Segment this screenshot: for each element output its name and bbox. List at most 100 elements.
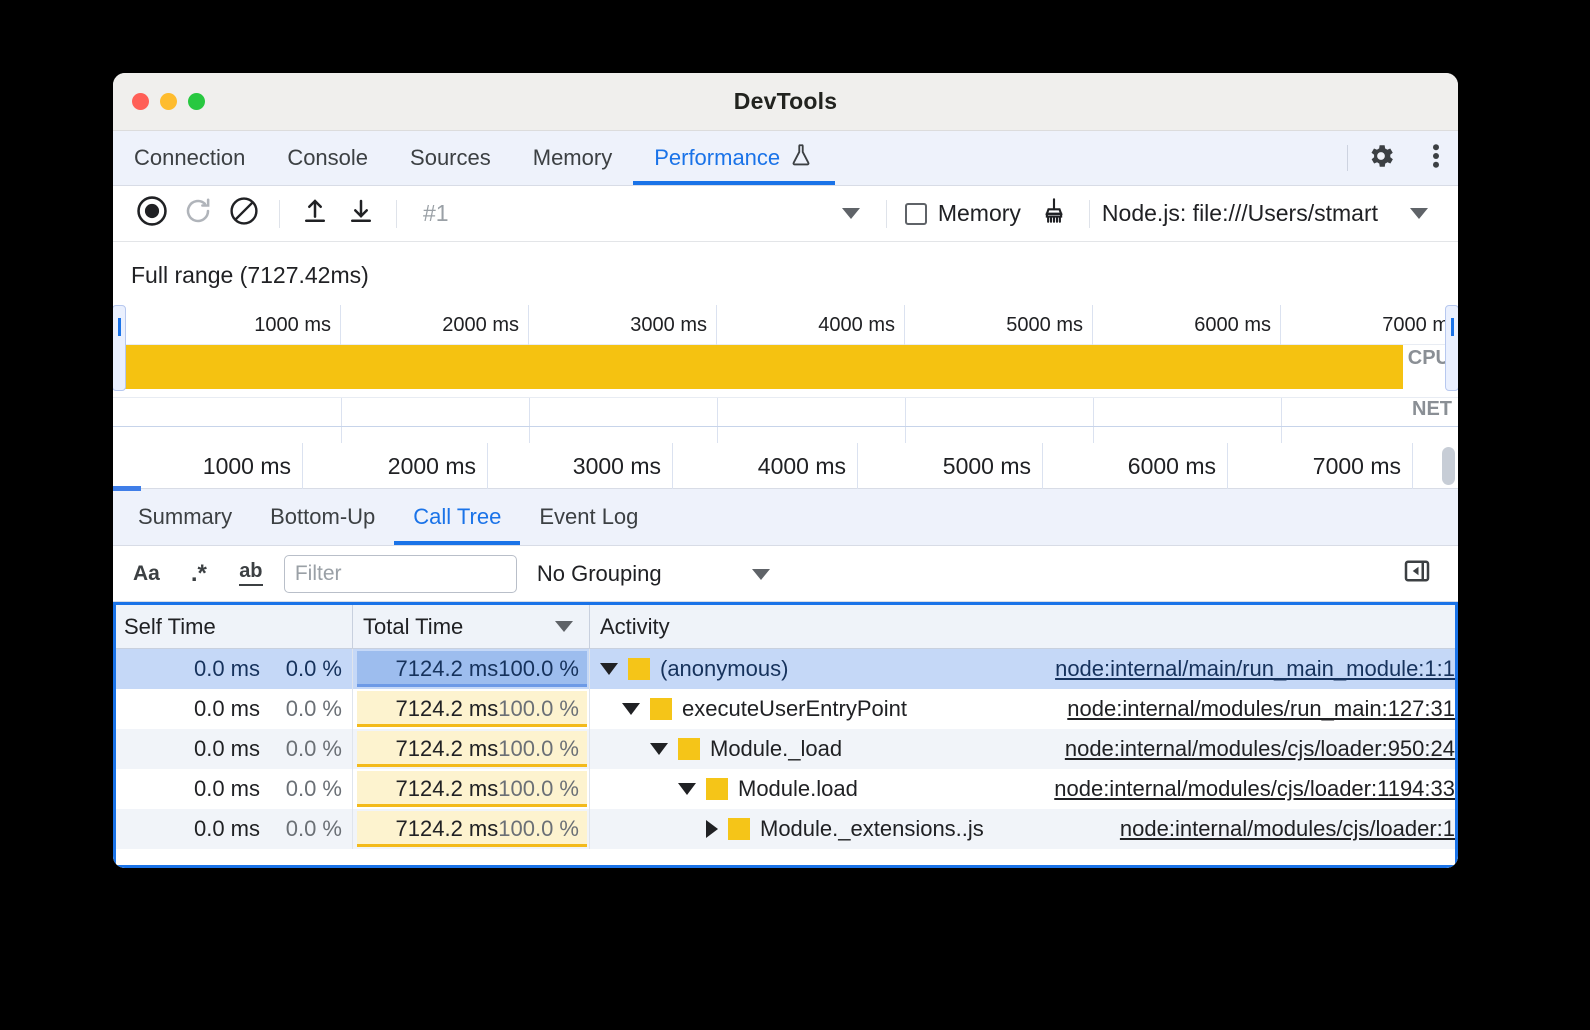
- tab-memory[interactable]: Memory: [512, 131, 633, 185]
- table-row[interactable]: 0.0 ms 0.0 % 7124.2 ms 100.0 % Module._e…: [116, 809, 1455, 849]
- range-handle-right[interactable]: [1445, 305, 1458, 391]
- tick-label: 3000 ms: [573, 453, 672, 479]
- whole-word-button[interactable]: ab: [232, 555, 270, 593]
- cell-activity: (anonymous) node:internal/main/run_main_…: [590, 649, 1455, 689]
- total-time-pct: 100.0 %: [498, 696, 579, 722]
- tick-label: 7000 ms: [1313, 453, 1412, 479]
- self-time-ms: 0.0 ms: [194, 736, 260, 762]
- settings-button[interactable]: [1348, 131, 1414, 185]
- range-handle-left[interactable]: [113, 305, 126, 391]
- gear-icon: [1366, 141, 1396, 176]
- tick-label: 1000 ms: [254, 314, 340, 336]
- activity-source-link[interactable]: node:internal/modules/cjs/loader:1: [1120, 816, 1455, 842]
- table-row[interactable]: 0.0 ms 0.0 % 7124.2 ms 100.0 % executeUs…: [116, 689, 1455, 729]
- tab-summary[interactable]: Summary: [119, 489, 251, 545]
- column-header-total-time[interactable]: Total Time: [353, 605, 590, 648]
- tab-sources[interactable]: Sources: [389, 131, 512, 185]
- use-regex-button[interactable]: .*: [180, 555, 218, 593]
- self-time-pct: 0.0 %: [276, 656, 342, 682]
- chevron-down-icon: [752, 569, 770, 580]
- column-header-self-time[interactable]: Self Time: [116, 605, 353, 648]
- collect-garbage-button[interactable]: [1031, 191, 1077, 237]
- cpu-usage-bar: [116, 345, 1403, 389]
- call-tree-table: Self Time Total Time Activity 0.0 ms 0.0…: [113, 602, 1458, 868]
- reload-and-record-button[interactable]: [175, 191, 221, 237]
- activity-source-link[interactable]: node:internal/modules/cjs/loader:950:24: [1065, 736, 1455, 762]
- main-tabbar: Connection Console Sources Memory Perfor…: [113, 131, 1458, 186]
- column-header-total-time-label: Total Time: [363, 614, 463, 640]
- activity-color-swatch: [728, 818, 750, 840]
- clear-button[interactable]: [221, 191, 267, 237]
- tab-connection[interactable]: Connection: [113, 131, 266, 185]
- activity-color-swatch: [650, 698, 672, 720]
- cell-total-time: 7124.2 ms 100.0 %: [353, 809, 590, 849]
- session-id-label: #1: [423, 200, 449, 227]
- expand-toggle-icon[interactable]: [600, 663, 618, 675]
- self-time-ms: 0.0 ms: [194, 696, 260, 722]
- upload-arrow-icon: [300, 196, 330, 231]
- record-toolbar: #1 Memory Node.js: file:///Users/stmart: [113, 186, 1458, 242]
- chevron-down-icon: [842, 208, 860, 219]
- target-select-button[interactable]: [1396, 191, 1442, 237]
- more-options-button[interactable]: [1414, 131, 1458, 185]
- memory-checkbox-group[interactable]: Memory: [905, 200, 1021, 227]
- cell-self-time: 0.0 ms 0.0 %: [116, 729, 353, 769]
- session-select-button[interactable]: [828, 191, 874, 237]
- tab-performance[interactable]: Performance: [633, 131, 835, 185]
- toggle-sidebar-button[interactable]: [1396, 555, 1438, 593]
- tab-bottom-up-label: Bottom-Up: [270, 504, 375, 530]
- kebab-menu-icon: [1432, 141, 1440, 176]
- toolbar-divider-3: [886, 200, 887, 228]
- chevron-down-icon: [1410, 208, 1428, 219]
- cell-self-time: 0.0 ms 0.0 %: [116, 809, 353, 849]
- tick-label: 6000 ms: [1128, 453, 1227, 479]
- cell-activity: Module._extensions..js node:internal/mod…: [590, 809, 1455, 849]
- cell-activity: executeUserEntryPoint node:internal/modu…: [590, 689, 1455, 729]
- memory-checkbox[interactable]: [905, 203, 927, 225]
- table-row[interactable]: 0.0 ms 0.0 % 7124.2 ms 100.0 % Module.lo…: [116, 769, 1455, 809]
- column-header-activity-label: Activity: [600, 614, 670, 640]
- table-row[interactable]: 0.0 ms 0.0 % 7124.2 ms 100.0 % (anonymou…: [116, 649, 1455, 689]
- cell-total-time: 7124.2 ms 100.0 %: [353, 649, 590, 689]
- grouping-select[interactable]: No Grouping: [537, 561, 770, 587]
- tab-console-label: Console: [287, 145, 368, 171]
- expand-toggle-icon[interactable]: [622, 703, 640, 715]
- toolbar-divider-2: [396, 200, 397, 228]
- overview-box[interactable]: 1000 ms 2000 ms 3000 ms 4000 ms 5000 ms …: [113, 305, 1458, 443]
- total-time-pct: 100.0 %: [498, 736, 579, 762]
- match-case-button[interactable]: Aa: [127, 555, 166, 593]
- cpu-track: CPU: [113, 345, 1458, 397]
- tab-bottom-up[interactable]: Bottom-Up: [251, 489, 394, 545]
- expand-toggle-icon[interactable]: [650, 743, 668, 755]
- tick-label: 3000 ms: [630, 314, 716, 336]
- save-profile-button[interactable]: [338, 191, 384, 237]
- vertical-scrollbar-thumb[interactable]: [1442, 447, 1455, 485]
- column-header-activity[interactable]: Activity: [590, 605, 1455, 648]
- self-time-pct: 0.0 %: [276, 776, 342, 802]
- activity-source-link[interactable]: node:internal/modules/run_main:127:31: [1067, 696, 1455, 722]
- download-arrow-icon: [346, 196, 376, 231]
- toolbar-divider-4: [1089, 200, 1090, 228]
- tab-call-tree-label: Call Tree: [413, 504, 501, 530]
- activity-source-link[interactable]: node:internal/main/run_main_module:1:1: [1055, 656, 1455, 682]
- filter-input[interactable]: [284, 555, 517, 593]
- grouping-label: No Grouping: [537, 561, 662, 586]
- load-profile-button[interactable]: [292, 191, 338, 237]
- expand-toggle-icon[interactable]: [678, 783, 696, 795]
- tick-label: 5000 ms: [1006, 314, 1092, 336]
- activity-source-link[interactable]: node:internal/modules/cjs/loader:1194:33: [1054, 776, 1455, 802]
- tab-event-log[interactable]: Event Log: [520, 489, 657, 545]
- tab-call-tree[interactable]: Call Tree: [394, 489, 520, 545]
- activity-name: executeUserEntryPoint: [682, 696, 907, 722]
- self-time-ms: 0.0 ms: [194, 816, 260, 842]
- match-case-icon: Aa: [133, 562, 160, 586]
- tick-label: 5000 ms: [943, 453, 1042, 479]
- tab-console[interactable]: Console: [266, 131, 389, 185]
- cell-self-time: 0.0 ms 0.0 %: [116, 649, 353, 689]
- activity-color-swatch: [678, 738, 700, 760]
- table-row[interactable]: 0.0 ms 0.0 % 7124.2 ms 100.0 % Module._l…: [116, 729, 1455, 769]
- total-time-ms: 7124.2 ms: [396, 776, 499, 802]
- expand-toggle-icon[interactable]: [706, 820, 718, 838]
- record-button[interactable]: [129, 191, 175, 237]
- activity-name: Module._extensions..js: [760, 816, 984, 842]
